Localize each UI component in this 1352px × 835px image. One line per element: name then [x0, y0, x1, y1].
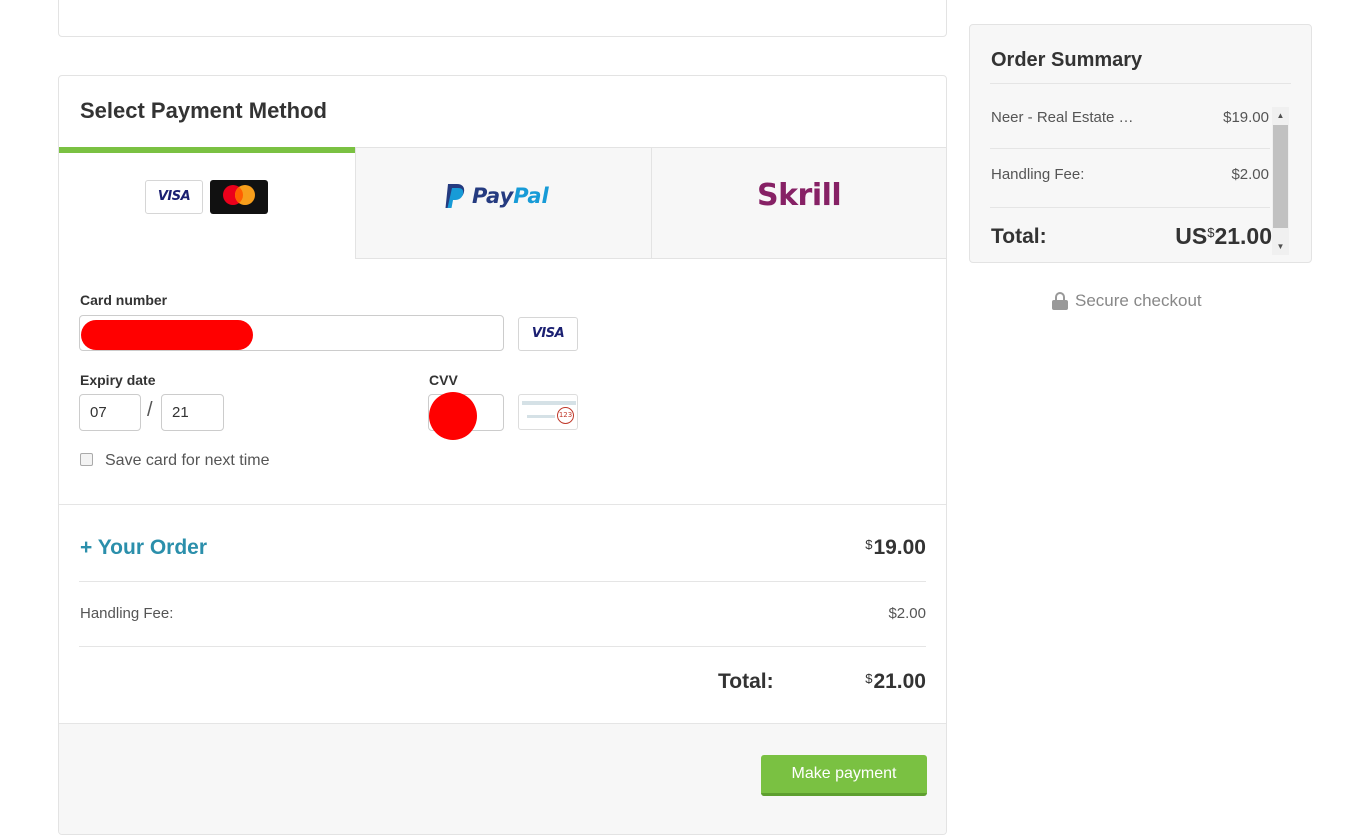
payment-panel: Select Payment Method VISA PayPal Skrill… [58, 75, 947, 835]
secure-checkout: Secure checkout [1052, 291, 1202, 311]
visa-logo: VISA [145, 180, 203, 214]
currency-symbol: $ [865, 537, 873, 552]
expiry-year-input[interactable]: 21 [161, 394, 224, 431]
total-value: 21.00 [873, 670, 926, 693]
mastercard-logo [210, 180, 268, 214]
handling-fee-label: Handling Fee: [80, 605, 174, 622]
order-total: $21.00 [759, 670, 926, 694]
paypal-pal-text: Pal [513, 184, 549, 208]
summary-handling-value: $2.00 [1231, 166, 1269, 183]
currency-code: US [1175, 223, 1208, 249]
payment-title: Select Payment Method [80, 98, 327, 123]
paypal-pay-text: Pay [472, 184, 514, 208]
card-brand-icon: VISA [518, 317, 578, 351]
paypal-wordmark: PayPal [472, 184, 549, 208]
summary-total-value: US$21.00 [1110, 223, 1272, 250]
redaction-mark [429, 392, 477, 440]
top-panel [58, 0, 947, 37]
expiry-label: Expiry date [80, 372, 156, 388]
summary-item-name: Neer - Real Estate … [991, 109, 1134, 126]
tab-card[interactable]: VISA [59, 147, 355, 259]
order-summary-title: Order Summary [991, 49, 1143, 71]
summary-item-price: $19.00 [1223, 109, 1269, 126]
order-subtotal: $19.00 [759, 536, 926, 560]
summary-total-number: 21.00 [1214, 223, 1272, 249]
divider [990, 83, 1291, 84]
expiry-separator: / [147, 399, 153, 421]
cvv-hint-icon: 123 [518, 394, 578, 430]
currency-symbol: $ [865, 671, 873, 686]
divider [79, 646, 926, 647]
payment-footer: Make payment [59, 723, 946, 834]
save-card-checkbox[interactable] [80, 453, 93, 466]
payment-method-tabs: VISA PayPal Skrill [59, 147, 946, 259]
divider [990, 148, 1270, 149]
scroll-up-icon[interactable]: ▲ [1272, 107, 1289, 124]
summary-handling-label: Handling Fee: [991, 166, 1085, 183]
scroll-down-icon[interactable]: ▼ [1272, 238, 1289, 255]
order-summary-panel: Order Summary Neer - Real Estate … $19.0… [969, 24, 1312, 263]
divider [79, 581, 926, 582]
cvv-hint-number: 123 [557, 407, 574, 424]
divider [990, 207, 1270, 208]
lock-icon [1052, 292, 1068, 310]
cvv-label: CVV [429, 372, 458, 388]
tab-skrill[interactable]: Skrill [651, 147, 946, 259]
tab-paypal[interactable]: PayPal [355, 147, 651, 259]
skrill-logo: Skrill [757, 178, 842, 213]
summary-scrollbar[interactable]: ▲ ▼ [1272, 107, 1289, 255]
redaction-mark [81, 320, 253, 350]
save-card-label[interactable]: Save card for next time [105, 452, 270, 470]
expiry-month-input[interactable]: 07 [79, 394, 141, 431]
paypal-p-icon [445, 184, 465, 208]
your-order-toggle[interactable]: + Your Order [80, 536, 207, 560]
paypal-logo: PayPal [444, 178, 549, 214]
scroll-thumb[interactable] [1273, 125, 1288, 228]
secure-checkout-label: Secure checkout [1075, 291, 1202, 310]
handling-fee-value: $2.00 [888, 605, 926, 622]
summary-total-label: Total: [991, 225, 1047, 248]
subtotal-value: 19.00 [873, 536, 926, 559]
card-number-label: Card number [80, 292, 168, 308]
make-payment-button[interactable]: Make payment [761, 755, 927, 796]
divider [59, 504, 946, 505]
